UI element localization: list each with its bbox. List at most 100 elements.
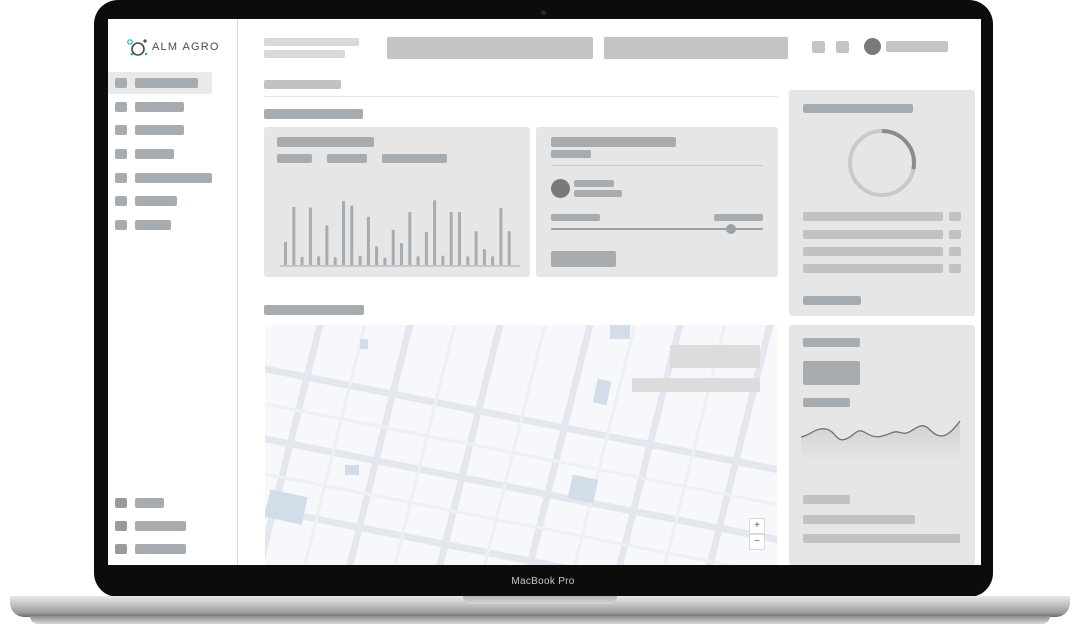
slider-min-label: [551, 214, 600, 221]
sidebar-item-4[interactable]: [108, 143, 212, 165]
slider-card: [536, 127, 778, 277]
sidebar-item-2[interactable]: [108, 96, 212, 118]
sidebar-item-6-icon: [115, 196, 127, 206]
user-avatar[interactable]: [864, 38, 881, 55]
donut-legend-row-2: [803, 230, 943, 239]
bar-14: [391, 230, 395, 265]
slider-card-divider: [551, 165, 763, 166]
sidebar-footer-item-3-label: [135, 544, 186, 554]
slider-card-avatar: [551, 179, 570, 198]
trend-sparkline-area: [801, 421, 960, 461]
bar-4: [308, 207, 312, 265]
bar-1: [284, 241, 287, 265]
camera-dot: [541, 10, 546, 15]
notification-icon[interactable]: [812, 41, 825, 53]
bar-chart-card: [264, 127, 530, 277]
sidebar-item-5[interactable]: [108, 167, 218, 189]
donut-card-title: [803, 104, 913, 113]
sidebar-footer-item-1[interactable]: [108, 492, 212, 514]
bar-3: [300, 257, 304, 265]
sidebar-item-6[interactable]: [108, 190, 212, 212]
map-overlay-chip[interactable]: [670, 345, 760, 368]
trend-card-footer-label: [803, 495, 850, 504]
sidebar-item-3[interactable]: [108, 119, 212, 141]
bar-16: [408, 212, 412, 265]
sidebar-item-2-icon: [115, 102, 127, 112]
header-subtitle-skeleton: [264, 50, 345, 58]
bar-18: [424, 232, 428, 265]
bar-15: [400, 243, 403, 265]
sidebar-item-7-label: [135, 220, 171, 230]
sidebar-item-1-label: [135, 78, 198, 88]
donut-legend-value-3: [949, 247, 961, 256]
map-zoom-in-button[interactable]: +: [749, 518, 765, 534]
subsection-heading-skeleton: [264, 109, 363, 119]
sidebar-footer-item-3-icon: [115, 544, 127, 554]
bar-2: [292, 206, 296, 265]
map-overlay-bar: [632, 378, 760, 392]
user-name-skeleton[interactable]: [886, 41, 948, 52]
sidebar-footer-item-1-label: [135, 498, 164, 508]
donut-legend-row-3: [803, 247, 943, 256]
bar-25: [482, 249, 486, 265]
bar-chart-tab-1[interactable]: [277, 154, 312, 163]
sidebar-footer-item-1-icon: [115, 498, 127, 508]
trend-card-value: [803, 361, 860, 385]
device-label: MacBook Pro: [511, 576, 575, 587]
trend-card-title: [803, 338, 860, 347]
trend-card-label: [803, 398, 850, 407]
bar-20: [441, 255, 445, 265]
bar-chart: [280, 200, 520, 267]
header-title-skeleton: [264, 38, 359, 46]
bar-chart-tab-3[interactable]: [382, 154, 447, 163]
bar-7: [333, 257, 337, 265]
donut-chart: [848, 129, 916, 197]
map-view[interactable]: + −: [265, 325, 777, 565]
bar-24: [474, 231, 478, 265]
bar-5: [317, 256, 321, 265]
bar-22: [458, 212, 461, 265]
bar-9: [350, 205, 354, 265]
bar-26: [491, 256, 495, 265]
sidebar-item-3-icon: [115, 125, 127, 135]
bar-8: [342, 201, 345, 265]
donut-card: [789, 90, 975, 316]
slider-card-action-button[interactable]: [551, 251, 616, 267]
trend-card-footer-line-2: [803, 534, 960, 543]
settings-icon[interactable]: [836, 41, 849, 53]
sidebar-item-1[interactable]: [108, 72, 212, 94]
donut-legend-row-4: [803, 264, 943, 273]
bar-23: [466, 256, 470, 265]
header-search-input[interactable]: [387, 37, 593, 59]
sidebar-item-6-label: [135, 196, 177, 206]
sidebar-item-5-icon: [115, 173, 127, 183]
donut-card-footer-link[interactable]: [803, 296, 861, 305]
bar-chart-card-title: [277, 137, 374, 147]
section-heading-skeleton: [264, 80, 341, 89]
bar-13: [383, 257, 387, 265]
sidebar-footer-item-2[interactable]: [108, 515, 212, 537]
slider-card-meta: [574, 190, 622, 197]
sidebar-footer-item-3[interactable]: [108, 538, 212, 560]
section-divider: [264, 96, 778, 97]
slider-max-label: [714, 214, 763, 221]
sidebar-item-4-label: [135, 149, 174, 159]
sidebar-item-3-label: [135, 125, 184, 135]
slider-thumb[interactable]: [726, 224, 737, 234]
bar-chart-tab-2[interactable]: [327, 154, 367, 163]
header-filter-input[interactable]: [604, 37, 788, 59]
bar-12: [375, 246, 379, 265]
bar-28: [507, 231, 511, 265]
map-zoom-out-button[interactable]: −: [749, 534, 765, 550]
sidebar-footer-item-2-icon: [115, 521, 127, 531]
sidebar-item-7[interactable]: [108, 214, 212, 236]
map-section-heading: [264, 305, 364, 315]
trend-card-footer-line-1: [803, 515, 915, 524]
slider-card-subtitle: [551, 150, 591, 158]
donut-legend-value-4: [949, 264, 961, 273]
slider-card-name: [574, 180, 614, 187]
donut-legend-value-1: [949, 212, 961, 221]
sidebar-footer-item-2-label: [135, 521, 186, 531]
bar-11: [366, 216, 370, 265]
brand-logo[interactable]: ALM AGRO: [126, 37, 218, 59]
